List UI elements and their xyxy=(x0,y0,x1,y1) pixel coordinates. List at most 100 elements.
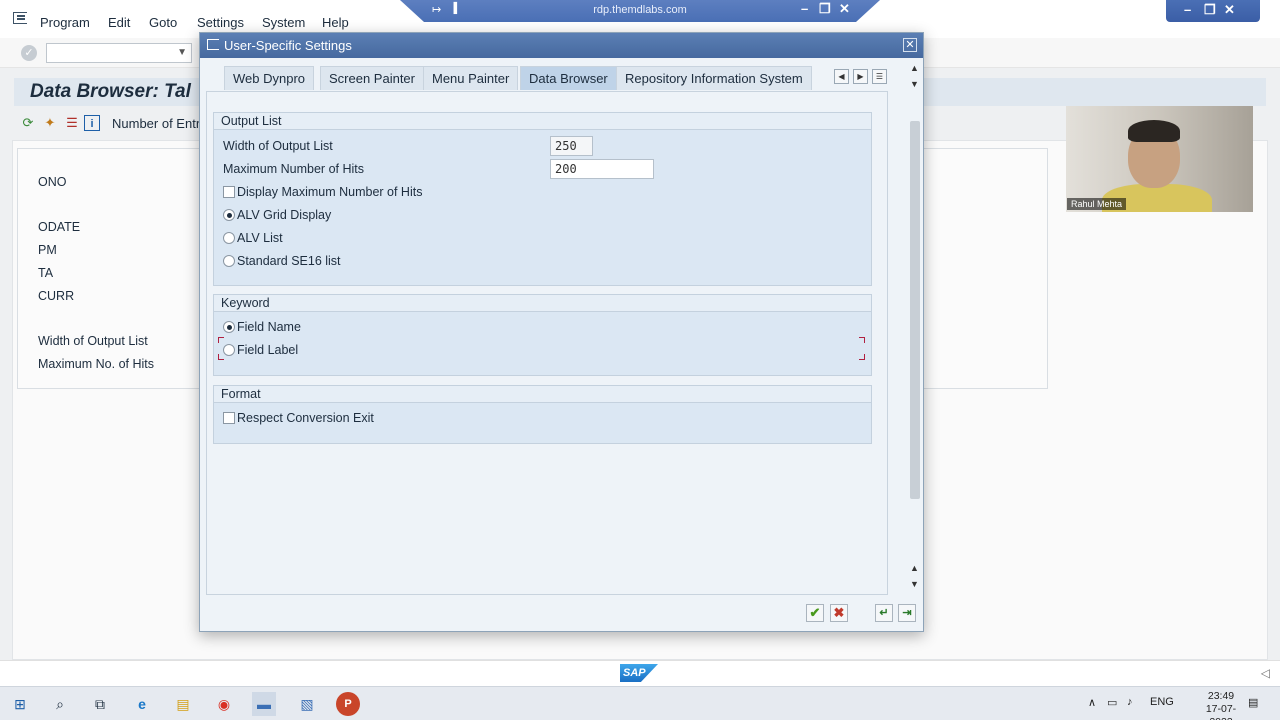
dialog-footer: ✔ ✖ ↵ ⇥ xyxy=(200,599,923,632)
se16-list-radio[interactable] xyxy=(223,255,235,267)
alv-grid-label: ALV Grid Display xyxy=(237,208,332,222)
sap-logon-icon[interactable]: ▬ xyxy=(252,692,276,716)
alv-list-radio[interactable] xyxy=(223,232,235,244)
alv-grid-radio[interactable] xyxy=(223,209,235,221)
video-overlay: Rahul Mehta xyxy=(1066,106,1253,212)
chrome-icon[interactable]: ◉ xyxy=(212,692,236,716)
cancel-button[interactable]: ✖ xyxy=(830,604,848,622)
tab-web-dynpro[interactable]: Web Dynpro xyxy=(224,66,315,90)
close-icon[interactable]: ✕ xyxy=(903,38,917,52)
menu-settings[interactable]: Settings xyxy=(197,15,244,30)
output-list-group: Output List Width of Output List 250 Max… xyxy=(213,112,872,286)
menu-edit[interactable]: Edit xyxy=(108,15,130,30)
output-list-header: Output List xyxy=(214,113,871,130)
window-minimize-icon[interactable]: – xyxy=(1184,2,1191,17)
scroll-thumb[interactable] xyxy=(910,121,920,499)
tab-repository-information-system[interactable]: Repository Information System xyxy=(616,66,812,90)
user-specific-settings-dialog: User-Specific Settings ✕ Web Dynpro Scre… xyxy=(199,32,924,632)
folder-icon[interactable]: ▤ xyxy=(171,692,195,716)
volume-icon[interactable]: ♪ xyxy=(1127,696,1133,708)
dialog-icon xyxy=(207,39,219,50)
tab-scroll-left-icon[interactable]: ◀ xyxy=(834,69,849,84)
tab-strip: Web Dynpro Screen Painter Menu Painter D… xyxy=(210,66,890,91)
focus-corner xyxy=(218,337,224,343)
windows-start-icon[interactable]: ⊞ xyxy=(8,692,32,716)
sap-status-bar: SAP ◁ xyxy=(0,660,1280,686)
notification-icon[interactable]: ▤ xyxy=(1248,696,1258,709)
taskbar: ⊞ ⌕ ⧉ e ▤ ◉ ▬ ▧ P ∧ ▭ ♪ ENG 23:49 17-07-… xyxy=(0,686,1280,720)
menu-program[interactable]: Program xyxy=(40,15,90,30)
menu-help[interactable]: Help xyxy=(322,15,349,30)
collapse-icon[interactable]: ◁ xyxy=(1261,666,1270,680)
chevron-up-icon[interactable]: ∧ xyxy=(1088,696,1096,709)
number-of-entries-button[interactable]: Number of Entr xyxy=(112,116,200,131)
field-label-odate: ODATE xyxy=(38,220,81,234)
enter-icon[interactable]: ✓ xyxy=(21,45,37,61)
scroll-down-icon[interactable]: ▼ xyxy=(910,79,919,89)
scroll-down-bottom-icon[interactable]: ▼ xyxy=(910,579,919,589)
max-hits-label: Maximum Number of Hits xyxy=(223,162,364,176)
se16-list-label: Standard SE16 list xyxy=(237,254,341,268)
participant-name: Rahul Mehta xyxy=(1067,198,1127,210)
clock-date: 17-07-2023 xyxy=(1205,703,1237,720)
tab-list-icon[interactable]: ☰ xyxy=(872,69,887,84)
menu-goto[interactable]: Goto xyxy=(149,15,177,30)
menu-icon[interactable] xyxy=(13,12,27,24)
powerpoint-icon[interactable]: P xyxy=(336,692,360,716)
edge-icon[interactable]: e xyxy=(130,692,154,716)
keyword-header: Keyword xyxy=(214,295,871,312)
save-settings-icon[interactable]: ↵ xyxy=(875,604,893,622)
field-name-radio[interactable] xyxy=(223,321,235,333)
sap-gui-icon[interactable]: ▧ xyxy=(295,692,319,716)
info-icon[interactable]: i xyxy=(84,115,100,131)
search-icon[interactable]: ⌕ xyxy=(48,692,72,716)
rdp-minimize-icon[interactable]: – xyxy=(801,1,808,16)
dialog-title: User-Specific Settings xyxy=(224,38,352,53)
copy-settings-icon[interactable]: ⇥ xyxy=(898,604,916,622)
format-group: Format Respect Conversion Exit xyxy=(213,385,872,444)
accept-button[interactable]: ✔ xyxy=(806,604,824,622)
tab-scroll-right-icon[interactable]: ▶ xyxy=(853,69,868,84)
field-label-pm: PM xyxy=(38,243,57,257)
rdp-restore-icon[interactable]: ❐ xyxy=(819,1,831,17)
field-label-label: Field Label xyxy=(237,343,299,357)
command-field[interactable]: ▼ xyxy=(46,43,192,63)
window-close-icon[interactable]: ✕ xyxy=(1224,2,1235,18)
respect-conversion-exit-checkbox[interactable] xyxy=(223,412,235,424)
list-icon[interactable]: ☰ xyxy=(64,115,80,131)
scroll-up-icon[interactable]: ▲ xyxy=(910,63,919,73)
keyword-group: Keyword Field Name Field Label xyxy=(213,294,872,376)
field-label-curr: CURR xyxy=(38,289,75,303)
tab-screen-painter[interactable]: Screen Painter xyxy=(320,66,424,90)
chevron-down-icon[interactable]: ▼ xyxy=(177,47,187,58)
display-max-hits-checkbox[interactable] xyxy=(223,186,235,198)
field-label-width: Width of Output List xyxy=(38,334,148,348)
data-browser-tab-panel: Output List Width of Output List 250 Max… xyxy=(206,91,888,595)
window-restore-icon[interactable]: ❐ xyxy=(1204,2,1216,18)
page-title: Data Browser: Tal xyxy=(30,81,191,102)
scroll-up-bottom-icon[interactable]: ▲ xyxy=(910,563,919,573)
network-icon[interactable]: ▭ xyxy=(1107,696,1117,709)
execute-icon[interactable]: ⟳ xyxy=(20,115,36,131)
alv-list-label: ALV List xyxy=(237,231,283,245)
field-label-max-hits: Maximum No. of Hits xyxy=(38,357,154,371)
width-of-output-list-label: Width of Output List xyxy=(223,139,333,153)
clock-time: 23:49 xyxy=(1207,690,1235,702)
tab-data-browser[interactable]: Data Browser xyxy=(520,66,617,90)
task-view-icon[interactable]: ⧉ xyxy=(88,692,112,716)
field-label-radio[interactable] xyxy=(223,344,235,356)
dialog-scrollbar[interactable]: ▲ ▼ ▲ ▼ xyxy=(908,61,922,591)
menu-system[interactable]: System xyxy=(262,15,305,30)
execute-variant-icon[interactable]: ✦ xyxy=(42,115,58,131)
window-controls: – ❐ ✕ xyxy=(1166,0,1260,22)
rdp-close-icon[interactable]: ✕ xyxy=(839,1,850,17)
max-hits-input[interactable]: 200 xyxy=(550,159,654,179)
width-of-output-list-input[interactable]: 250 xyxy=(550,136,593,156)
field-label-ono: ONO xyxy=(38,175,67,189)
display-max-hits-label: Display Maximum Number of Hits xyxy=(237,185,423,199)
clock[interactable]: 23:49 17-07-2023 xyxy=(1196,690,1246,720)
language-indicator[interactable]: ENG xyxy=(1150,696,1174,708)
tab-menu-painter[interactable]: Menu Painter xyxy=(423,66,519,90)
focus-corner xyxy=(859,337,865,343)
dialog-title-bar[interactable]: User-Specific Settings ✕ xyxy=(200,33,923,58)
